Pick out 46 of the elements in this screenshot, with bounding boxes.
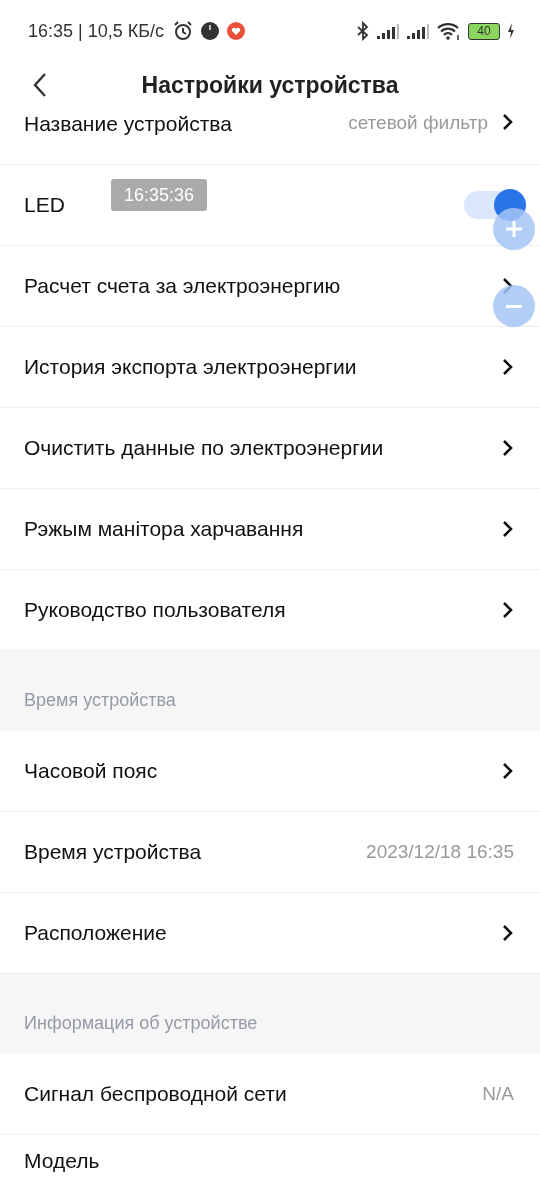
row-label: История экспорта электроэнергии bbox=[24, 355, 357, 379]
wifi-icon bbox=[436, 21, 462, 41]
minus-icon bbox=[506, 304, 522, 308]
chevron-right-icon bbox=[502, 519, 514, 539]
row-value: сетевой фильтр bbox=[348, 112, 488, 134]
settings-row[interactable]: Модель bbox=[0, 1135, 540, 1200]
row-value: 2023/12/18 16:35 bbox=[366, 841, 514, 863]
section-header: Время устройства bbox=[24, 690, 176, 711]
heart-app-icon bbox=[226, 21, 247, 41]
chevron-right-icon bbox=[502, 357, 514, 377]
status-time: 16:35 | 10,5 КБ/с bbox=[28, 20, 165, 42]
settings-row[interactable]: Название устройства сетевой фильтр bbox=[0, 108, 540, 165]
row-label: Руководство пользователя bbox=[24, 598, 286, 622]
page-title: Настройки устройства bbox=[141, 71, 399, 99]
row-label: Рэжым манітора харчавання bbox=[24, 517, 304, 541]
row-label: LED bbox=[24, 193, 65, 217]
battery-level: 40 bbox=[468, 22, 500, 40]
settings-row[interactable]: Сигнал беспроводной сети N/A bbox=[0, 1054, 540, 1135]
settings-row[interactable]: Часовой пояс bbox=[0, 731, 540, 812]
row-label: Очистить данные по электроэнергии bbox=[24, 436, 384, 460]
settings-row[interactable]: Очистить данные по электроэнергии bbox=[0, 408, 540, 489]
bluetooth-icon bbox=[356, 21, 370, 41]
signal-icon bbox=[406, 22, 430, 40]
notification-dot-icon bbox=[200, 21, 221, 41]
signal-icon bbox=[376, 22, 400, 40]
row-label: Расположение bbox=[24, 921, 167, 945]
chevron-right-icon bbox=[502, 600, 514, 620]
chevron-right-icon bbox=[502, 923, 514, 943]
charging-icon bbox=[506, 22, 516, 40]
row-value: N/A bbox=[482, 1083, 514, 1105]
chevron-right-icon bbox=[502, 438, 514, 458]
row-label: Часовой пояс bbox=[24, 759, 158, 783]
section-header: Информация об устройстве bbox=[24, 1013, 258, 1034]
settings-row[interactable]: Время устройства 2023/12/18 16:35 bbox=[0, 812, 540, 893]
row-label: Расчет счета за электроэнергию bbox=[24, 274, 341, 298]
row-label: Время устройства bbox=[24, 840, 202, 864]
settings-row[interactable]: Рэжым манітора харчавання bbox=[0, 489, 540, 570]
chevron-right-icon bbox=[502, 761, 514, 781]
plus-icon bbox=[504, 219, 524, 239]
settings-row[interactable]: История экспорта электроэнергии bbox=[0, 327, 540, 408]
chevron-right-icon bbox=[502, 112, 514, 132]
zoom-in-button[interactable] bbox=[493, 208, 535, 250]
time-toast: 16:35:36 bbox=[111, 179, 207, 211]
row-label: Модель bbox=[24, 1149, 100, 1173]
row-label: Сигнал беспроводной сети bbox=[24, 1082, 287, 1106]
row-label: Название устройства bbox=[24, 112, 232, 136]
